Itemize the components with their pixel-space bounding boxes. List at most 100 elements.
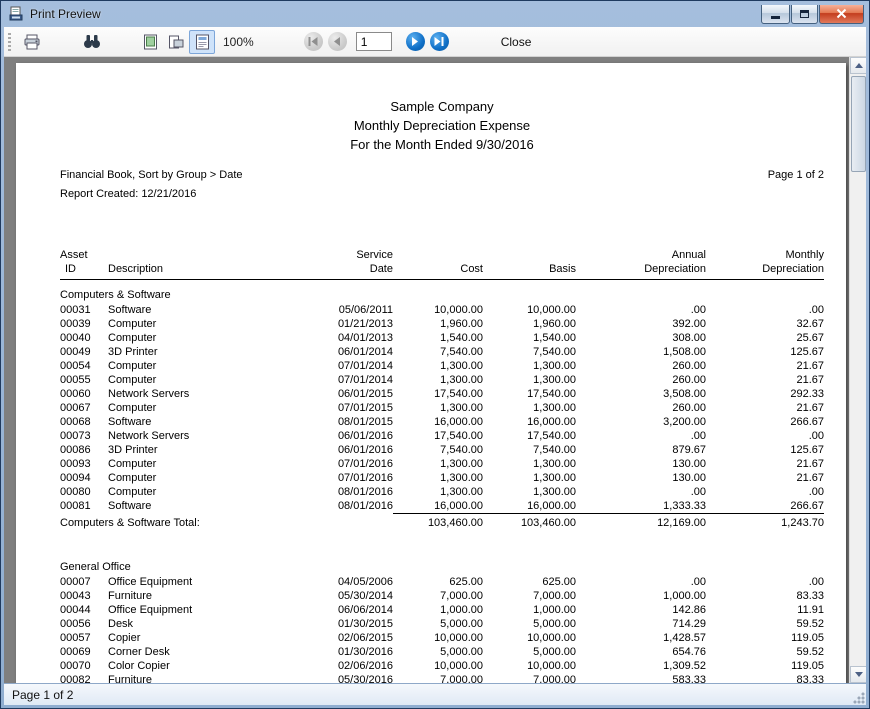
table-cell: 625.00 <box>542 576 576 588</box>
table-cell: 05/30/2016 <box>337 674 393 683</box>
table-cell: Computer <box>108 360 157 372</box>
table-cell: 1,000.00 <box>440 604 483 616</box>
table-cell: 17,540.00 <box>434 430 483 442</box>
table-cell: 1,300.00 <box>533 458 576 470</box>
table-cell: 308.00 <box>672 332 706 344</box>
next-page-button[interactable] <box>405 32 425 51</box>
table-cell: 1,428.57 <box>663 632 706 644</box>
table-row: 00055 Computer 07/01/2014 1,300.00 1,300.00 2… <box>60 373 824 387</box>
report-group: Computers & Software 00031 Software 05/06/2… <box>60 288 824 530</box>
page-layout-icon <box>143 34 157 49</box>
table-row: 00080 Computer 08/01/2016 1,300.00 1,300.00.… <box>60 485 824 499</box>
maximize-button[interactable] <box>791 4 818 24</box>
resize-grip[interactable] <box>852 691 865 704</box>
group-total-value: 103,460.00 <box>520 517 576 529</box>
table-header: Asset Service Annual Monthly ID Descript… <box>60 248 824 280</box>
table-row: 00082 Furniture 05/30/2016 7,000.00 7,000.00… <box>60 673 824 683</box>
table-cell: 266.67 <box>706 499 824 514</box>
table-cell: 21.67 <box>796 402 824 414</box>
page-layout-view-button[interactable] <box>137 30 163 54</box>
last-page-button[interactable] <box>429 32 449 51</box>
table-cell: 266.67 <box>790 416 824 428</box>
table-cell: 1,300.00 <box>533 486 576 498</box>
table-cell: .00 <box>808 430 824 442</box>
minimize-button[interactable] <box>761 4 790 24</box>
table-cell: 583.33 <box>672 674 706 683</box>
table-cell: Computer <box>108 332 157 344</box>
scroll-down-button[interactable] <box>850 666 866 683</box>
group-total-value: 12,169.00 <box>657 517 706 529</box>
col-cost: Cost <box>460 263 483 275</box>
previous-page-button[interactable] <box>327 32 347 51</box>
col-cost-spacer <box>393 248 483 262</box>
table-cell: 1,300.00 <box>533 402 576 414</box>
table-cell: .00 <box>808 304 824 316</box>
table-cell: 1,300.00 <box>533 360 576 372</box>
table-cell: 1,540.00 <box>533 332 576 344</box>
scroll-up-button[interactable] <box>850 57 866 74</box>
table-cell: 260.00 <box>672 374 706 386</box>
table-cell: 07/01/2015 <box>337 402 393 414</box>
table-cell: 00056 <box>60 618 91 630</box>
vertical-scrollbar[interactable] <box>849 57 866 683</box>
table-cell: 392.00 <box>672 318 706 330</box>
table-cell: 01/30/2016 <box>337 646 393 658</box>
first-page-button[interactable] <box>303 32 323 51</box>
table-cell: 06/01/2016 <box>337 444 393 456</box>
table-cell: 83.33 <box>796 674 824 683</box>
close-window-button[interactable] <box>819 4 864 24</box>
table-cell: 59.52 <box>796 618 824 630</box>
col-basis-spacer <box>483 248 576 262</box>
table-row: 00049 3D Printer 06/01/2014 7,540.00 7,540.0… <box>60 345 824 359</box>
zoom-level[interactable]: 100% <box>223 35 254 49</box>
scrollbar-thumb[interactable] <box>851 76 866 172</box>
table-cell: 10,000.00 <box>527 632 576 644</box>
close-preview-button[interactable]: Close <box>491 31 542 53</box>
group-total-row: Computers & Software Total: 103,460.00 103… <box>60 514 824 530</box>
table-cell: 1,000.00 <box>663 590 706 602</box>
table-cell: 1,300.00 <box>440 402 483 414</box>
table-cell: 07/01/2014 <box>337 374 393 386</box>
report-page-info: Page 1 of 2 <box>767 169 824 181</box>
page-number-input[interactable] <box>355 32 392 51</box>
table-cell: 00067 <box>60 402 91 414</box>
table-cell: 10,000.00 <box>527 660 576 672</box>
table-cell: 1,960.00 <box>533 318 576 330</box>
last-page-icon <box>434 37 444 46</box>
table-row: 00031 Software 05/06/2011 10,000.00 10,000.0… <box>60 303 824 317</box>
preview-view-button[interactable] <box>189 29 215 54</box>
status-page-text: Page 1 of 2 <box>12 687 74 702</box>
table-cell: 654.76 <box>672 646 706 658</box>
table-cell: 83.33 <box>796 590 824 602</box>
minimize-icon <box>771 15 780 19</box>
report-table-body: Computers & Software 00031 Software 05/06/2… <box>60 288 824 683</box>
table-cell: Office Equipment <box>108 604 193 616</box>
report-period: For the Month Ended 9/30/2016 <box>350 137 534 152</box>
table-cell: 00093 <box>60 458 91 470</box>
table-cell: 7,540.00 <box>533 346 576 358</box>
toolbar-gripper[interactable] <box>8 32 11 51</box>
table-cell: .00 <box>690 576 706 588</box>
print-button[interactable] <box>19 30 45 54</box>
table-cell: 21.67 <box>796 374 824 386</box>
table-row: 00056 Desk 01/30/2015 5,000.00 5,000.00 714.2… <box>60 617 824 631</box>
table-cell: 260.00 <box>672 360 706 372</box>
table-cell: 119.05 <box>791 660 824 672</box>
print-layout-view-button[interactable] <box>163 30 189 54</box>
previous-page-icon <box>334 37 341 46</box>
group-name: General Office <box>60 561 131 573</box>
table-cell: 1,300.00 <box>440 472 483 484</box>
table-cell: 00044 <box>60 604 91 616</box>
table-cell: 7,540.00 <box>533 444 576 456</box>
col-basis: Basis <box>549 263 576 275</box>
table-cell: 1,540.00 <box>440 332 483 344</box>
title-bar[interactable]: Print Preview <box>4 1 866 27</box>
find-button[interactable] <box>79 30 105 54</box>
window-title: Print Preview <box>30 7 101 21</box>
table-cell: 00080 <box>60 486 91 498</box>
table-cell: 01/30/2015 <box>337 618 393 630</box>
col-service-line1: Service <box>356 249 393 261</box>
table-cell: 119.05 <box>791 632 824 644</box>
table-cell: 5,000.00 <box>533 646 576 658</box>
table-row: 00054 Computer 07/01/2014 1,300.00 1,300.00 2… <box>60 359 824 373</box>
